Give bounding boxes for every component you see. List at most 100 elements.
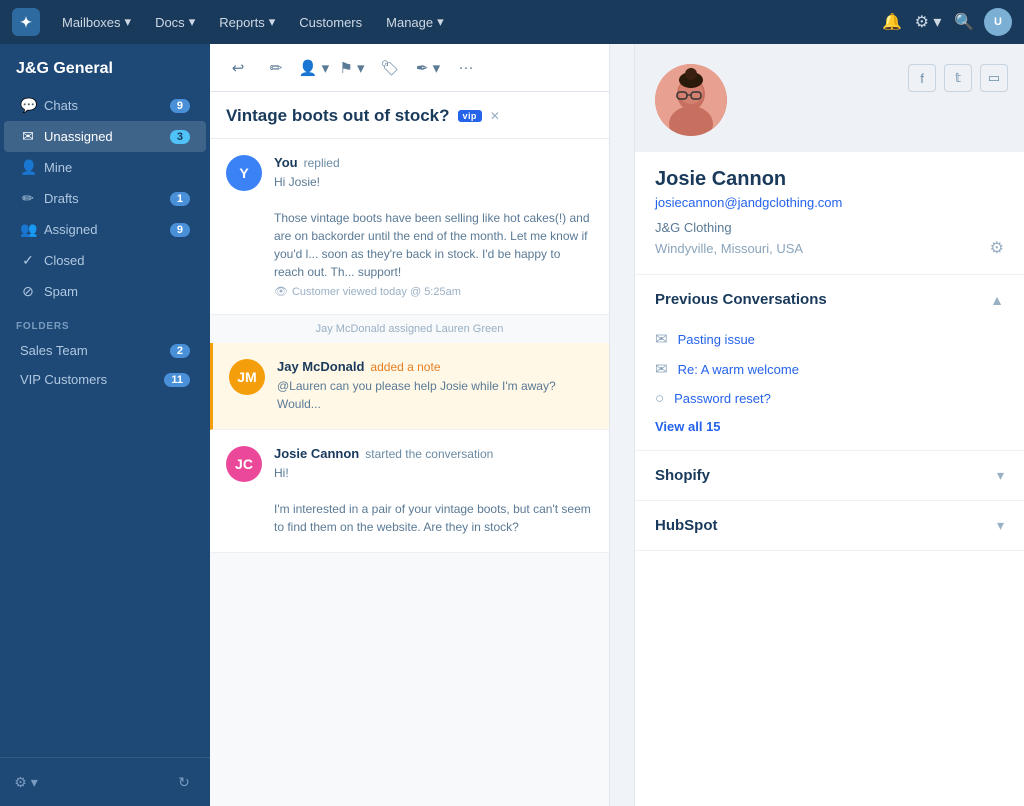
message-jay[interactable]: JM Jay McDonald added a note @Lauren can… [210,343,609,430]
remove-vip-icon[interactable]: ✕ [490,109,500,123]
message-you[interactable]: Y You replied Hi Josie!Those vintage boo… [210,139,609,315]
chat-icon: 💬 [20,97,36,114]
sidebar-settings-icon[interactable]: ⚙ ▾ [12,768,40,796]
sidebar-item-closed[interactable]: ✓ Closed [4,245,206,276]
toolbar-more-button[interactable]: ··· [450,52,482,84]
sidebar-label-sales-team: Sales Team [20,343,162,358]
conversation-list: ↩ ✏ 👤 ▾ ⚑ ▾ 🏷 ✒ ▾ ··· Vintage boots out … [210,44,610,806]
twitter-icon[interactable]: 𝕥 [944,64,972,92]
msg-header-josie: Josie Cannon started the conversation [274,446,593,461]
top-nav: ✦ Mailboxes ▾ Docs ▾ Reports ▾ Customers… [0,0,1024,44]
msg-header-you: You replied [274,155,593,170]
toolbar-undo-button[interactable]: ↩ [222,52,254,84]
main-layout: J&G General 💬 Chats 9 ✉ Unassigned 3 👤 M… [0,44,1024,806]
sidebar-item-unassigned[interactable]: ✉ Unassigned 3 [4,121,206,152]
closed-icon: ✓ [20,252,36,269]
message-josie[interactable]: JC Josie Cannon started the conversation… [210,430,609,553]
sidebar-label-closed: Closed [44,253,190,268]
msg-sender-you: You [274,155,298,170]
folders-section-label: FOLDERS [0,307,210,336]
nav-customers[interactable]: Customers [289,11,372,34]
user-avatar[interactable]: U [984,8,1012,36]
sidebar-badge-assigned: 9 [170,223,190,237]
nav-manage[interactable]: Manage ▾ [376,10,454,34]
msg-text-josie: Hi!I'm interested in a pair of your vint… [274,464,593,536]
sidebar-badge-sales-team: 2 [170,344,190,358]
mine-icon: 👤 [20,159,36,176]
nav-logo[interactable]: ✦ [12,8,40,36]
sidebar-item-chats[interactable]: 💬 Chats 9 [4,90,206,121]
shopify-title: Shopify [655,467,710,484]
sidebar-refresh-icon[interactable]: ↻ [170,768,198,796]
prev-conv-email-icon-1: ✉ [655,330,668,348]
sidebar-label-drafts: Drafts [44,191,162,206]
toolbar-edit-button[interactable]: ✏ [260,52,292,84]
sidebar-label-chats: Chats [44,98,162,113]
spam-icon: ⊘ [20,283,36,300]
nav-reports[interactable]: Reports ▾ [209,10,285,34]
customer-info: Josie Cannon josiecannon@jandgclothing.c… [635,152,1024,275]
toolbar-tag-button[interactable]: 🏷 [374,52,406,84]
sidebar-item-assigned[interactable]: 👥 Assigned 9 [4,214,206,245]
nav-mailboxes[interactable]: Mailboxes ▾ [52,10,141,34]
sidebar: J&G General 💬 Chats 9 ✉ Unassigned 3 👤 M… [0,44,210,806]
sidebar-badge-unassigned: 3 [170,130,190,144]
msg-header-jay: Jay McDonald added a note [277,359,593,374]
prev-conv-chevron-up: ▲ [990,292,1004,308]
sidebar-item-vip-customers[interactable]: VIP Customers 11 [4,365,206,394]
website-icon[interactable]: ▭ [980,64,1008,92]
hubspot-title: HubSpot [655,517,717,534]
avatar-josie: JC [226,446,262,482]
toolbar-assign-button[interactable]: 👤 ▾ [298,52,330,84]
avatar-you: Y [226,155,262,191]
vip-badge: vip [458,110,482,122]
conv-subject: Vintage boots out of stock? vip ✕ [210,92,609,139]
sidebar-bottom: ⚙ ▾ ↻ [0,757,210,806]
prev-conv-body: ✉ Pasting issue ✉ Re: A warm welcome ○ P… [635,324,1024,450]
conv-subject-text: Vintage boots out of stock? [226,106,450,126]
prev-conv-password-reset[interactable]: ○ Password reset? [655,384,1004,413]
msg-text-jay: @Lauren can you please help Josie while … [277,377,593,413]
search-icon[interactable]: 🔍 [948,6,980,38]
customer-social: f 𝕥 ▭ [908,64,1008,92]
sidebar-item-drafts[interactable]: ✏ Drafts 1 [4,183,206,214]
nav-docs[interactable]: Docs ▾ [145,10,205,34]
sidebar-item-mine[interactable]: 👤 Mine [4,152,206,183]
prev-conv-warm-welcome[interactable]: ✉ Re: A warm welcome [655,354,1004,384]
prev-conv-email-icon-2: ✉ [655,360,668,378]
facebook-icon[interactable]: f [908,64,936,92]
drafts-icon: ✏ [20,190,36,207]
customer-panel: f 𝕥 ▭ Josie Cannon josiecannon@jandgclot… [634,44,1024,806]
sidebar-item-sales-team[interactable]: Sales Team 2 [4,336,206,365]
settings-icon[interactable]: ⚙ ▾ [912,6,944,38]
assigned-icon: 👥 [20,221,36,238]
toolbar-compose-button[interactable]: ✒ ▾ [412,52,444,84]
shopify-header[interactable]: Shopify ▾ [635,451,1024,500]
right-panel [610,44,634,806]
conv-messages: Y You replied Hi Josie!Those vintage boo… [210,139,609,806]
sidebar-label-vip-customers: VIP Customers [20,372,156,387]
customer-header: f 𝕥 ▭ [635,44,1024,152]
customer-settings-icon[interactable]: ⚙ [990,238,1004,258]
customer-email[interactable]: josiecannon@jandgclothing.com [655,195,1004,210]
sidebar-label-unassigned: Unassigned [44,129,162,144]
prev-conv-pasting[interactable]: ✉ Pasting issue [655,324,1004,354]
msg-action-jay: added a note [370,360,440,374]
view-all-link[interactable]: View all 15 [655,413,1004,434]
customer-name: Josie Cannon [655,168,1004,191]
sidebar-label-spam: Spam [44,284,190,299]
conv-toolbar: ↩ ✏ 👤 ▾ ⚑ ▾ 🏷 ✒ ▾ ··· [210,44,609,92]
prev-conv-chat-icon: ○ [655,390,664,407]
notifications-icon[interactable]: 🔔 [876,6,908,38]
toolbar-flag-button[interactable]: ⚑ ▾ [336,52,368,84]
hubspot-header[interactable]: HubSpot ▾ [635,501,1024,550]
msg-sender-josie: Josie Cannon [274,446,359,461]
previous-conversations-header[interactable]: Previous Conversations ▲ [635,275,1024,324]
customer-avatar-img [655,64,727,136]
msg-content-jay: Jay McDonald added a note @Lauren can yo… [277,359,593,413]
hubspot-section: HubSpot ▾ [635,501,1024,551]
msg-content-josie: Josie Cannon started the conversation Hi… [274,446,593,536]
sidebar-label-mine: Mine [44,160,190,175]
shopify-section: Shopify ▾ [635,451,1024,501]
sidebar-item-spam[interactable]: ⊘ Spam [4,276,206,307]
